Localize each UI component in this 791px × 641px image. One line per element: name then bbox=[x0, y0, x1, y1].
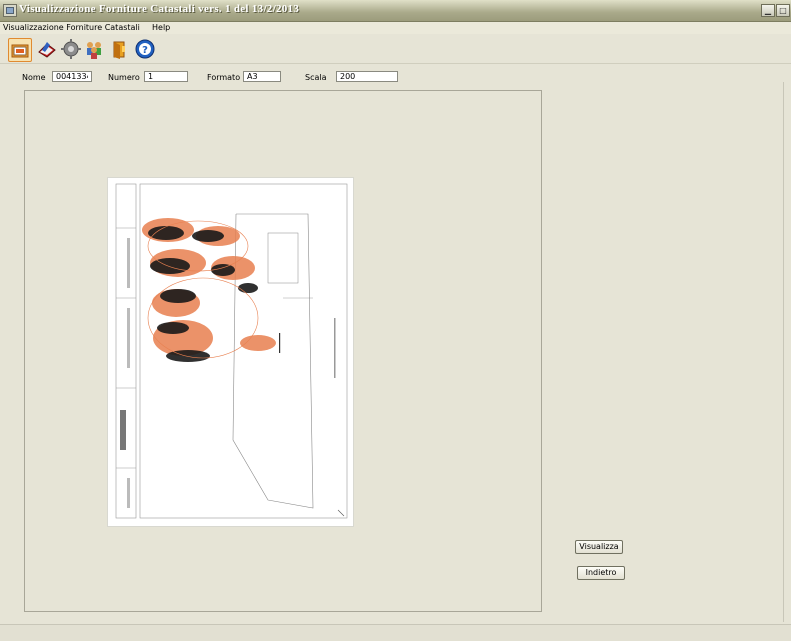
formato-label: Formato bbox=[207, 73, 241, 82]
gear-icon bbox=[61, 39, 81, 59]
help-icon: ? bbox=[135, 39, 155, 59]
indietro-button[interactable]: Indietro bbox=[577, 566, 625, 580]
menu-help[interactable]: Help bbox=[152, 23, 170, 32]
minimize-button[interactable]: ▁ bbox=[761, 4, 775, 17]
toolbar: ? bbox=[0, 35, 791, 64]
nome-field[interactable] bbox=[52, 71, 92, 82]
menu-visualizzazione[interactable]: Visualizzazione Forniture Catastali bbox=[3, 23, 140, 32]
map-preview[interactable] bbox=[107, 177, 354, 527]
menu-bar: Visualizzazione Forniture Catastali Help bbox=[0, 22, 791, 34]
cadastral-map-image bbox=[115, 183, 348, 519]
users-button[interactable] bbox=[83, 38, 105, 60]
status-bar bbox=[0, 624, 791, 641]
visualizza-button[interactable]: Visualizza bbox=[575, 540, 623, 554]
exit-icon bbox=[113, 41, 125, 59]
numero-label: Numero bbox=[108, 73, 140, 82]
scala-field[interactable] bbox=[336, 71, 398, 82]
book-button[interactable] bbox=[36, 38, 58, 60]
formato-field[interactable] bbox=[243, 71, 281, 82]
app-icon bbox=[3, 4, 17, 17]
nome-label: Nome bbox=[22, 73, 46, 82]
open-folder-icon bbox=[11, 44, 29, 58]
exit-button[interactable] bbox=[108, 38, 130, 60]
book-icon bbox=[38, 42, 56, 58]
maximize-button[interactable]: □ bbox=[776, 4, 790, 17]
users-icon bbox=[87, 42, 101, 59]
numero-field[interactable] bbox=[144, 71, 188, 82]
title-bar: Visualizzazione Forniture Catastali vers… bbox=[0, 0, 791, 22]
svg-text:?: ? bbox=[142, 45, 148, 56]
scala-label: Scala bbox=[305, 73, 327, 82]
help-button[interactable]: ? bbox=[134, 38, 156, 60]
window-title: Visualizzazione Forniture Catastali vers… bbox=[19, 3, 300, 15]
open-button[interactable] bbox=[8, 38, 32, 62]
settings-button[interactable] bbox=[60, 38, 82, 60]
